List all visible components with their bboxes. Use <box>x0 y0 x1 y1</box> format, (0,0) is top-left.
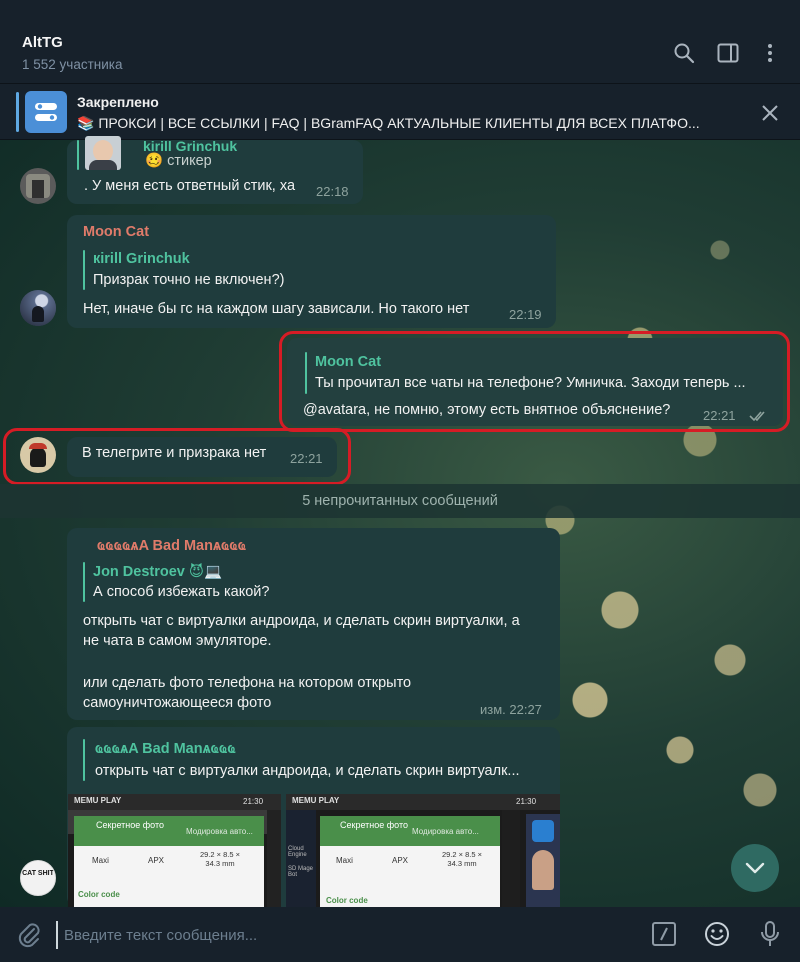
sidebar-label: Cloud Engine <box>288 846 307 858</box>
emulator-brand: MEMU PLAY <box>74 796 122 805</box>
avatar[interactable] <box>20 290 56 326</box>
chat-title[interactable]: AltTG <box>22 34 63 51</box>
reply-author: ҩҩҩѧA Bad Manѧҩҩҩ <box>95 741 236 757</box>
message-text: . У меня есть ответный стик, ха <box>84 178 296 194</box>
reply-accent <box>83 250 85 290</box>
message-text-line: открыть чат с виртуалки андроида, и сдел… <box>83 613 520 629</box>
reply-author: Jon Destroev 😈💻 <box>93 564 223 580</box>
reply-accent <box>83 739 85 781</box>
composer-bar <box>0 907 800 962</box>
pinned-title: Закреплено <box>77 94 159 110</box>
table-cell: 29.2 × 8.5 × 34.3 mm <box>441 850 483 868</box>
avatar[interactable] <box>20 168 56 204</box>
table-cell: Maxi <box>336 856 353 865</box>
member-count: 1 552 участника <box>22 57 123 72</box>
highlight-frame <box>3 428 351 485</box>
message-bubble[interactable]: ҩҩҩҩѧA Bad Manѧҩҩҩ Jon Destroev 😈💻 А спо… <box>67 528 560 720</box>
reply-text: Призрак точно не включен?) <box>93 272 285 288</box>
pinned-message-bar[interactable]: Закреплено 📚 ПРОКСИ | ВСЕ ССЫЛКИ | FAQ |… <box>0 84 800 140</box>
avatar-text: CAT SHIT <box>22 870 54 877</box>
message-text-line: не чата в самом эмуляторе. <box>83 633 272 649</box>
reply-accent <box>83 562 85 602</box>
pinned-text: 📚 ПРОКСИ | ВСЕ ССЫЛКИ | FAQ | BGramFAQ А… <box>77 115 700 131</box>
table-cell: Maxi <box>92 856 109 865</box>
emulator-clock: 21:30 <box>243 797 264 806</box>
message-text-line: самоуничтожающееся фото <box>83 695 272 711</box>
attached-screenshot[interactable]: MEMU PLAY 21:30 Секретное фото Модировка… <box>68 794 281 907</box>
attached-screenshot[interactable]: MEMU PLAY 21:30 Cloud Engine SD Mage Bot… <box>286 794 560 907</box>
microphone-icon[interactable] <box>760 920 780 953</box>
scroll-down-button[interactable] <box>731 844 779 892</box>
avatar[interactable]: CAT SHIT <box>20 860 56 896</box>
sender-name[interactable]: Moon Cat <box>83 224 149 240</box>
message-time: 22:18 <box>316 184 349 199</box>
table-cell: APX <box>148 856 165 865</box>
sticker-thumbnail <box>85 136 121 170</box>
reply-author: кirill Grinchuk <box>93 251 190 267</box>
reply-text: А способ избежать какой? <box>93 584 270 600</box>
app-subtitle: Модировка авто... <box>186 827 253 836</box>
sidebar-label: SD Mage Bot <box>288 866 314 878</box>
table-cell: 29.2 × 8.5 × 34.3 mm <box>199 850 241 868</box>
toggles-icon <box>35 103 57 121</box>
sidebar-toggle-icon[interactable] <box>715 40 741 66</box>
message-text: Нет, иначе бы гс на каждом шагу зависали… <box>83 301 470 317</box>
message-bubble[interactable]: Moon Cat кirill Grinchuk Призрак точно н… <box>67 215 556 328</box>
emulator-clock: 21:30 <box>516 797 537 806</box>
message-bubble[interactable]: kirill Grinchuk 🥴 стикер . У меня есть о… <box>67 136 363 204</box>
highlight-frame <box>279 331 790 432</box>
unread-separator: 5 непрочитанных сообщений <box>0 484 800 518</box>
message-input[interactable] <box>56 921 626 949</box>
attach-icon[interactable] <box>16 921 42 954</box>
chat-header: AltTG 1 552 участника <box>0 0 800 84</box>
reply-accent <box>77 140 79 170</box>
search-icon[interactable] <box>671 40 697 66</box>
app-subtitle: Модировка авто... <box>412 827 479 836</box>
message-time: 22:19 <box>509 307 542 322</box>
emoji-icon[interactable] <box>704 921 730 952</box>
chevron-down-icon <box>745 862 765 874</box>
message-time: изм. 22:27 <box>480 702 542 717</box>
table-cell: APX <box>392 856 409 865</box>
message-text-line: или сделать фото телефона на котором отк… <box>83 675 412 691</box>
color-code-label: Color code <box>78 890 120 899</box>
app-title: Секретное фото <box>96 820 164 830</box>
color-code-label: Color code <box>326 896 368 905</box>
pinned-accent-bar <box>16 92 19 132</box>
pinned-thumbnail <box>25 91 67 133</box>
reply-text: 🥴 стикер <box>145 153 212 169</box>
reply-text: открыть чат с виртуалки андроида, и сдел… <box>95 763 520 779</box>
bot-commands-icon[interactable] <box>652 922 676 946</box>
sender-name[interactable]: ҩҩҩҩѧA Bad Manѧҩҩҩ <box>97 538 246 554</box>
more-menu-icon[interactable] <box>757 40 783 66</box>
app-title: Секретное фото <box>340 820 408 830</box>
emulator-brand: MEMU PLAY <box>292 796 340 805</box>
close-icon[interactable] <box>758 101 782 125</box>
